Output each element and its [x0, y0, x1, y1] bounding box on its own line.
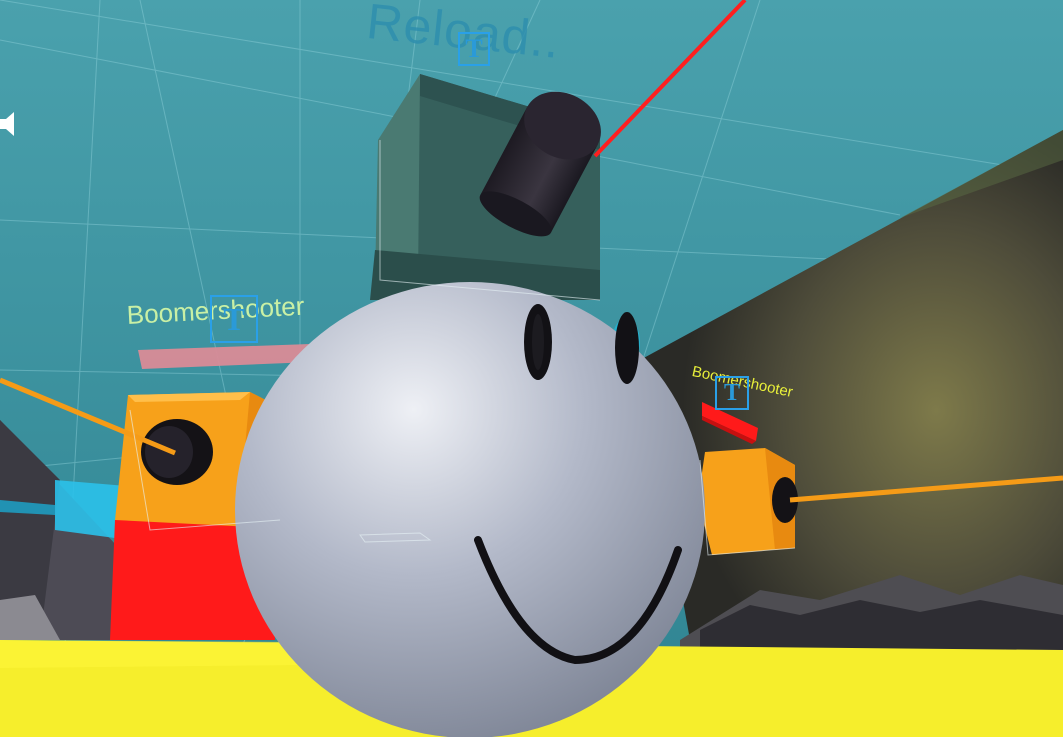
speaker-icon[interactable] — [0, 110, 16, 138]
smiley-right-eye — [615, 312, 639, 384]
transform-gizmo-icon[interactable]: T — [715, 376, 749, 410]
transform-gizmo-icon[interactable]: T — [210, 295, 258, 343]
transform-gizmo-icon[interactable]: T — [458, 32, 490, 66]
game-viewport[interactable]: Reload.. Boomershooter Boomershooter T T… — [0, 0, 1063, 737]
smiley-player — [235, 282, 705, 737]
scene-render — [0, 0, 1063, 737]
